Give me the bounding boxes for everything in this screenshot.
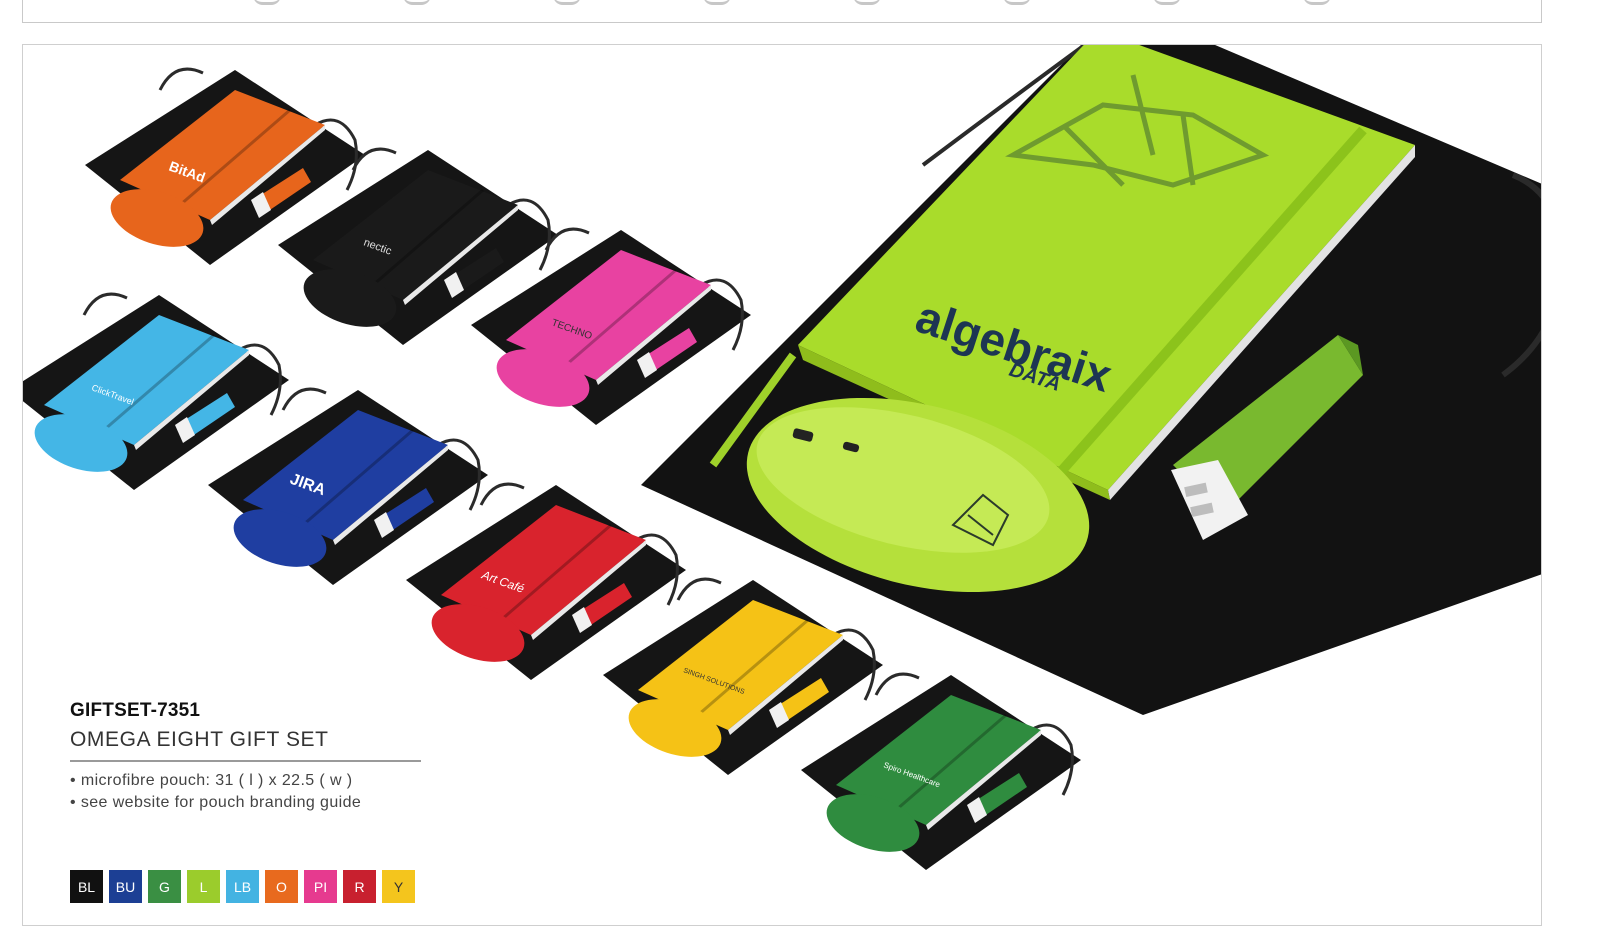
product-panel: BitAd nectic TECHNO ClickTravel JIRA Art…	[22, 44, 1542, 926]
swatch-yellow: Y	[382, 870, 415, 903]
feature-item: • see website for pouch branding guide	[70, 794, 362, 811]
strip-thumbnail	[703, 0, 731, 5]
strip-thumbnail	[403, 0, 431, 5]
kit-green	[799, 672, 1083, 872]
swatch-light-blue: LB	[226, 870, 259, 903]
product-info: GIFTSET-7351 OMEGA EIGHT GIFT SET • micr…	[70, 700, 430, 903]
swatch-red: R	[343, 870, 376, 903]
swatch-orange: O	[265, 870, 298, 903]
product-name: OMEGA EIGHT GIFT SET	[70, 728, 421, 762]
colour-swatches: BL BU G L LB O PI R Y	[70, 870, 415, 903]
swatch-blue: BU	[109, 870, 142, 903]
strip-thumbnail	[1003, 0, 1031, 5]
feature-item: • microfibre pouch: 31 ( l ) x 22.5 ( w …	[70, 772, 353, 789]
swatch-pink: PI	[304, 870, 337, 903]
previous-product-strip	[22, 0, 1542, 23]
strip-thumbnail	[553, 0, 581, 5]
feature-list: • microfibre pouch: 31 ( l ) x 22.5 ( w …	[70, 770, 430, 814]
swatch-green: G	[148, 870, 181, 903]
strip-thumbnail	[253, 0, 281, 5]
swatch-lime: L	[187, 870, 220, 903]
strip-thumbnail	[853, 0, 881, 5]
product-code: GIFTSET-7351	[70, 700, 201, 721]
strip-thumbnail	[1303, 0, 1331, 5]
swatch-black: BL	[70, 870, 103, 903]
strip-thumbnail	[1153, 0, 1181, 5]
